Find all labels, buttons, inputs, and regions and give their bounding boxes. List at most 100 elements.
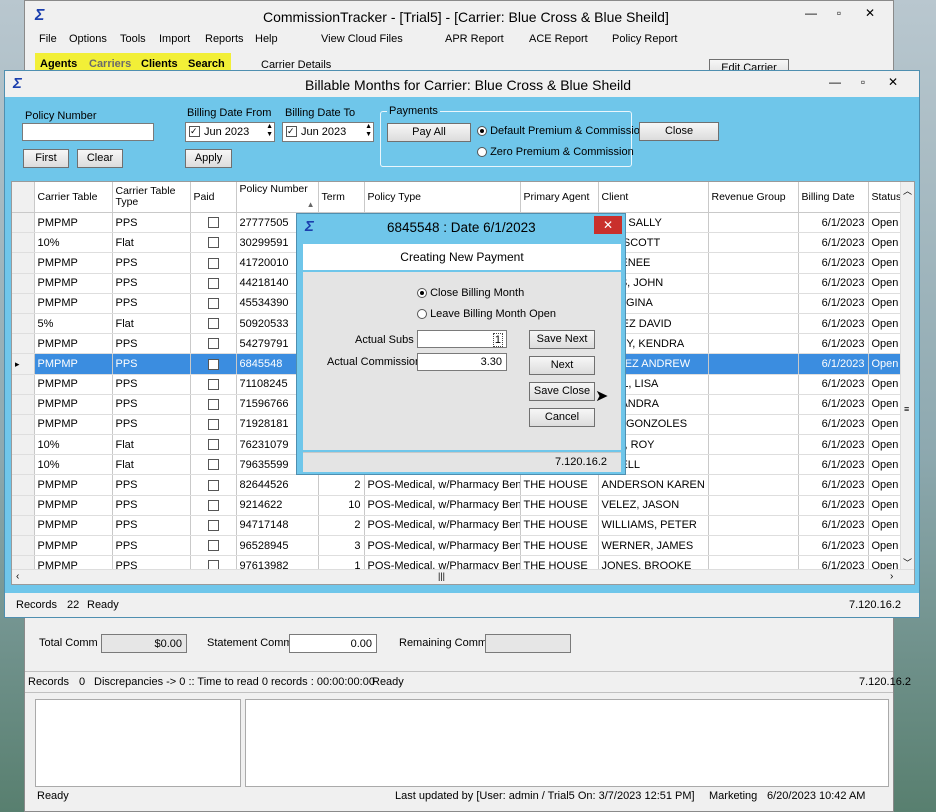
cell-carrier-table[interactable]: PMPMP	[34, 213, 112, 233]
paid-checkbox[interactable]	[208, 379, 219, 390]
cell-carrier-table[interactable]: 10%	[34, 435, 112, 455]
col-client[interactable]: Client	[598, 182, 708, 213]
table-row[interactable]: PMPMPPPS947171482POS-Medical, w/Pharmacy…	[12, 515, 900, 535]
cell-term[interactable]: 3	[318, 536, 364, 556]
cell-carrier-table-type[interactable]: PPS	[112, 414, 190, 434]
col-paid[interactable]: Paid	[190, 182, 236, 213]
paid-checkbox[interactable]	[208, 520, 219, 531]
cell-policy-number[interactable]: 9214622	[236, 495, 318, 515]
cell-policy-type[interactable]: POS-Medical, w/Pharmacy Benefi	[364, 495, 520, 515]
cell-revenue-group[interactable]	[708, 253, 798, 273]
cell-revenue-group[interactable]	[708, 455, 798, 475]
row-indicator[interactable]	[12, 394, 34, 414]
cell-carrier-table-type[interactable]: PPS	[112, 475, 190, 495]
cell-paid[interactable]	[190, 213, 236, 233]
cell-status[interactable]: Open	[868, 455, 900, 475]
cell-billing-date[interactable]: 6/1/2023	[798, 313, 868, 333]
paid-checkbox[interactable]	[208, 500, 219, 511]
scroll-thumb-icon[interactable]: ≡	[904, 404, 909, 414]
policy-number-input[interactable]	[22, 123, 154, 141]
row-indicator[interactable]	[12, 374, 34, 394]
radio-close-icon[interactable]	[417, 288, 427, 298]
cell-billing-date[interactable]: 6/1/2023	[798, 293, 868, 313]
cell-paid[interactable]	[190, 253, 236, 273]
col-status[interactable]: Status	[868, 182, 900, 213]
cell-billing-date[interactable]: 6/1/2023	[798, 495, 868, 515]
cell-billing-date[interactable]: 6/1/2023	[798, 213, 868, 233]
paid-checkbox[interactable]	[208, 359, 219, 370]
cell-carrier-table[interactable]: 10%	[34, 233, 112, 253]
row-indicator[interactable]	[12, 455, 34, 475]
cell-carrier-table[interactable]: PMPMP	[34, 374, 112, 394]
cell-revenue-group[interactable]	[708, 475, 798, 495]
cell-paid[interactable]	[190, 495, 236, 515]
cell-carrier-table-type[interactable]: Flat	[112, 455, 190, 475]
cell-paid[interactable]	[190, 515, 236, 535]
cell-billing-date[interactable]: 6/1/2023	[798, 374, 868, 394]
row-indicator[interactable]	[12, 213, 34, 233]
row-indicator[interactable]	[12, 334, 34, 354]
menu-reports[interactable]: Reports	[205, 33, 244, 45]
radio-zero-icon[interactable]	[477, 147, 487, 157]
cell-billing-date[interactable]: 6/1/2023	[798, 334, 868, 354]
col-carrier-table[interactable]: Carrier Table	[34, 182, 112, 213]
radio-leave-icon[interactable]	[417, 309, 427, 319]
table-row[interactable]: PMPMPPPS921462210POS-Medical, w/Pharmacy…	[12, 495, 900, 515]
col-policy-number[interactable]: Policy Number▲	[236, 182, 318, 213]
menu-ace-report[interactable]: ACE Report	[529, 33, 588, 45]
statement-comm-field[interactable]: 0.00	[289, 634, 377, 653]
cell-policy-number[interactable]: 94717148	[236, 515, 318, 535]
cell-carrier-table[interactable]: PMPMP	[34, 273, 112, 293]
cell-carrier-table[interactable]: PMPMP	[34, 414, 112, 434]
radio-leave-billing-open[interactable]: Leave Billing Month Open	[417, 308, 556, 320]
cell-carrier-table[interactable]: PMPMP	[34, 536, 112, 556]
cell-revenue-group[interactable]	[708, 293, 798, 313]
billable-maximize-icon[interactable]: ▫	[851, 75, 875, 91]
cell-status[interactable]: Open	[868, 374, 900, 394]
row-indicator[interactable]	[12, 253, 34, 273]
cell-billing-date[interactable]: 6/1/2023	[798, 233, 868, 253]
cell-carrier-table-type[interactable]: PPS	[112, 374, 190, 394]
cell-revenue-group[interactable]	[708, 495, 798, 515]
cell-billing-date[interactable]: 6/1/2023	[798, 475, 868, 495]
cell-paid[interactable]	[190, 354, 236, 374]
pay-all-button[interactable]: Pay All	[387, 123, 471, 142]
scroll-up-icon[interactable]: ︿	[903, 184, 912, 197]
cell-policy-number[interactable]: 96528945	[236, 536, 318, 556]
cell-billing-date[interactable]: 6/1/2023	[798, 253, 868, 273]
cell-billing-date[interactable]: 6/1/2023	[798, 435, 868, 455]
table-row[interactable]: PMPMPPPS965289453POS-Medical, w/Pharmacy…	[12, 536, 900, 556]
paid-checkbox[interactable]	[208, 480, 219, 491]
cell-carrier-table-type[interactable]: PPS	[112, 334, 190, 354]
cell-paid[interactable]	[190, 273, 236, 293]
paid-checkbox[interactable]	[208, 399, 219, 410]
cell-policy-type[interactable]: POS-Medical, w/Pharmacy Benefi	[364, 515, 520, 535]
cell-billing-date[interactable]: 6/1/2023	[798, 455, 868, 475]
cell-paid[interactable]	[190, 394, 236, 414]
cell-status[interactable]: Open	[868, 313, 900, 333]
menu-view-cloud-files[interactable]: View Cloud Files	[321, 33, 403, 45]
menu-apr-report[interactable]: APR Report	[445, 33, 504, 45]
tab-search[interactable]: Search	[188, 58, 225, 70]
scroll-right-icon[interactable]: ›	[890, 571, 893, 582]
cell-status[interactable]: Open	[868, 334, 900, 354]
cell-carrier-table[interactable]: 10%	[34, 455, 112, 475]
row-indicator[interactable]	[12, 515, 34, 535]
cell-revenue-group[interactable]	[708, 334, 798, 354]
cell-status[interactable]: Open	[868, 213, 900, 233]
cell-billing-date[interactable]: 6/1/2023	[798, 414, 868, 434]
h-scroll-thumb-icon[interactable]: |||	[438, 571, 445, 581]
cell-term[interactable]: 2	[318, 475, 364, 495]
cell-revenue-group[interactable]	[708, 374, 798, 394]
paid-checkbox[interactable]	[208, 540, 219, 551]
cell-billing-date[interactable]: 6/1/2023	[798, 273, 868, 293]
maximize-icon[interactable]: ▫	[827, 6, 851, 22]
cell-billing-date[interactable]: 6/1/2023	[798, 354, 868, 374]
cell-policy-type[interactable]: POS-Medical, w/Pharmacy Benefi	[364, 536, 520, 556]
col-term[interactable]: Term	[318, 182, 364, 213]
cell-carrier-table-type[interactable]: Flat	[112, 313, 190, 333]
cell-revenue-group[interactable]	[708, 394, 798, 414]
cell-status[interactable]: Open	[868, 233, 900, 253]
cell-status[interactable]: Open	[868, 394, 900, 414]
menu-policy-report[interactable]: Policy Report	[612, 33, 677, 45]
